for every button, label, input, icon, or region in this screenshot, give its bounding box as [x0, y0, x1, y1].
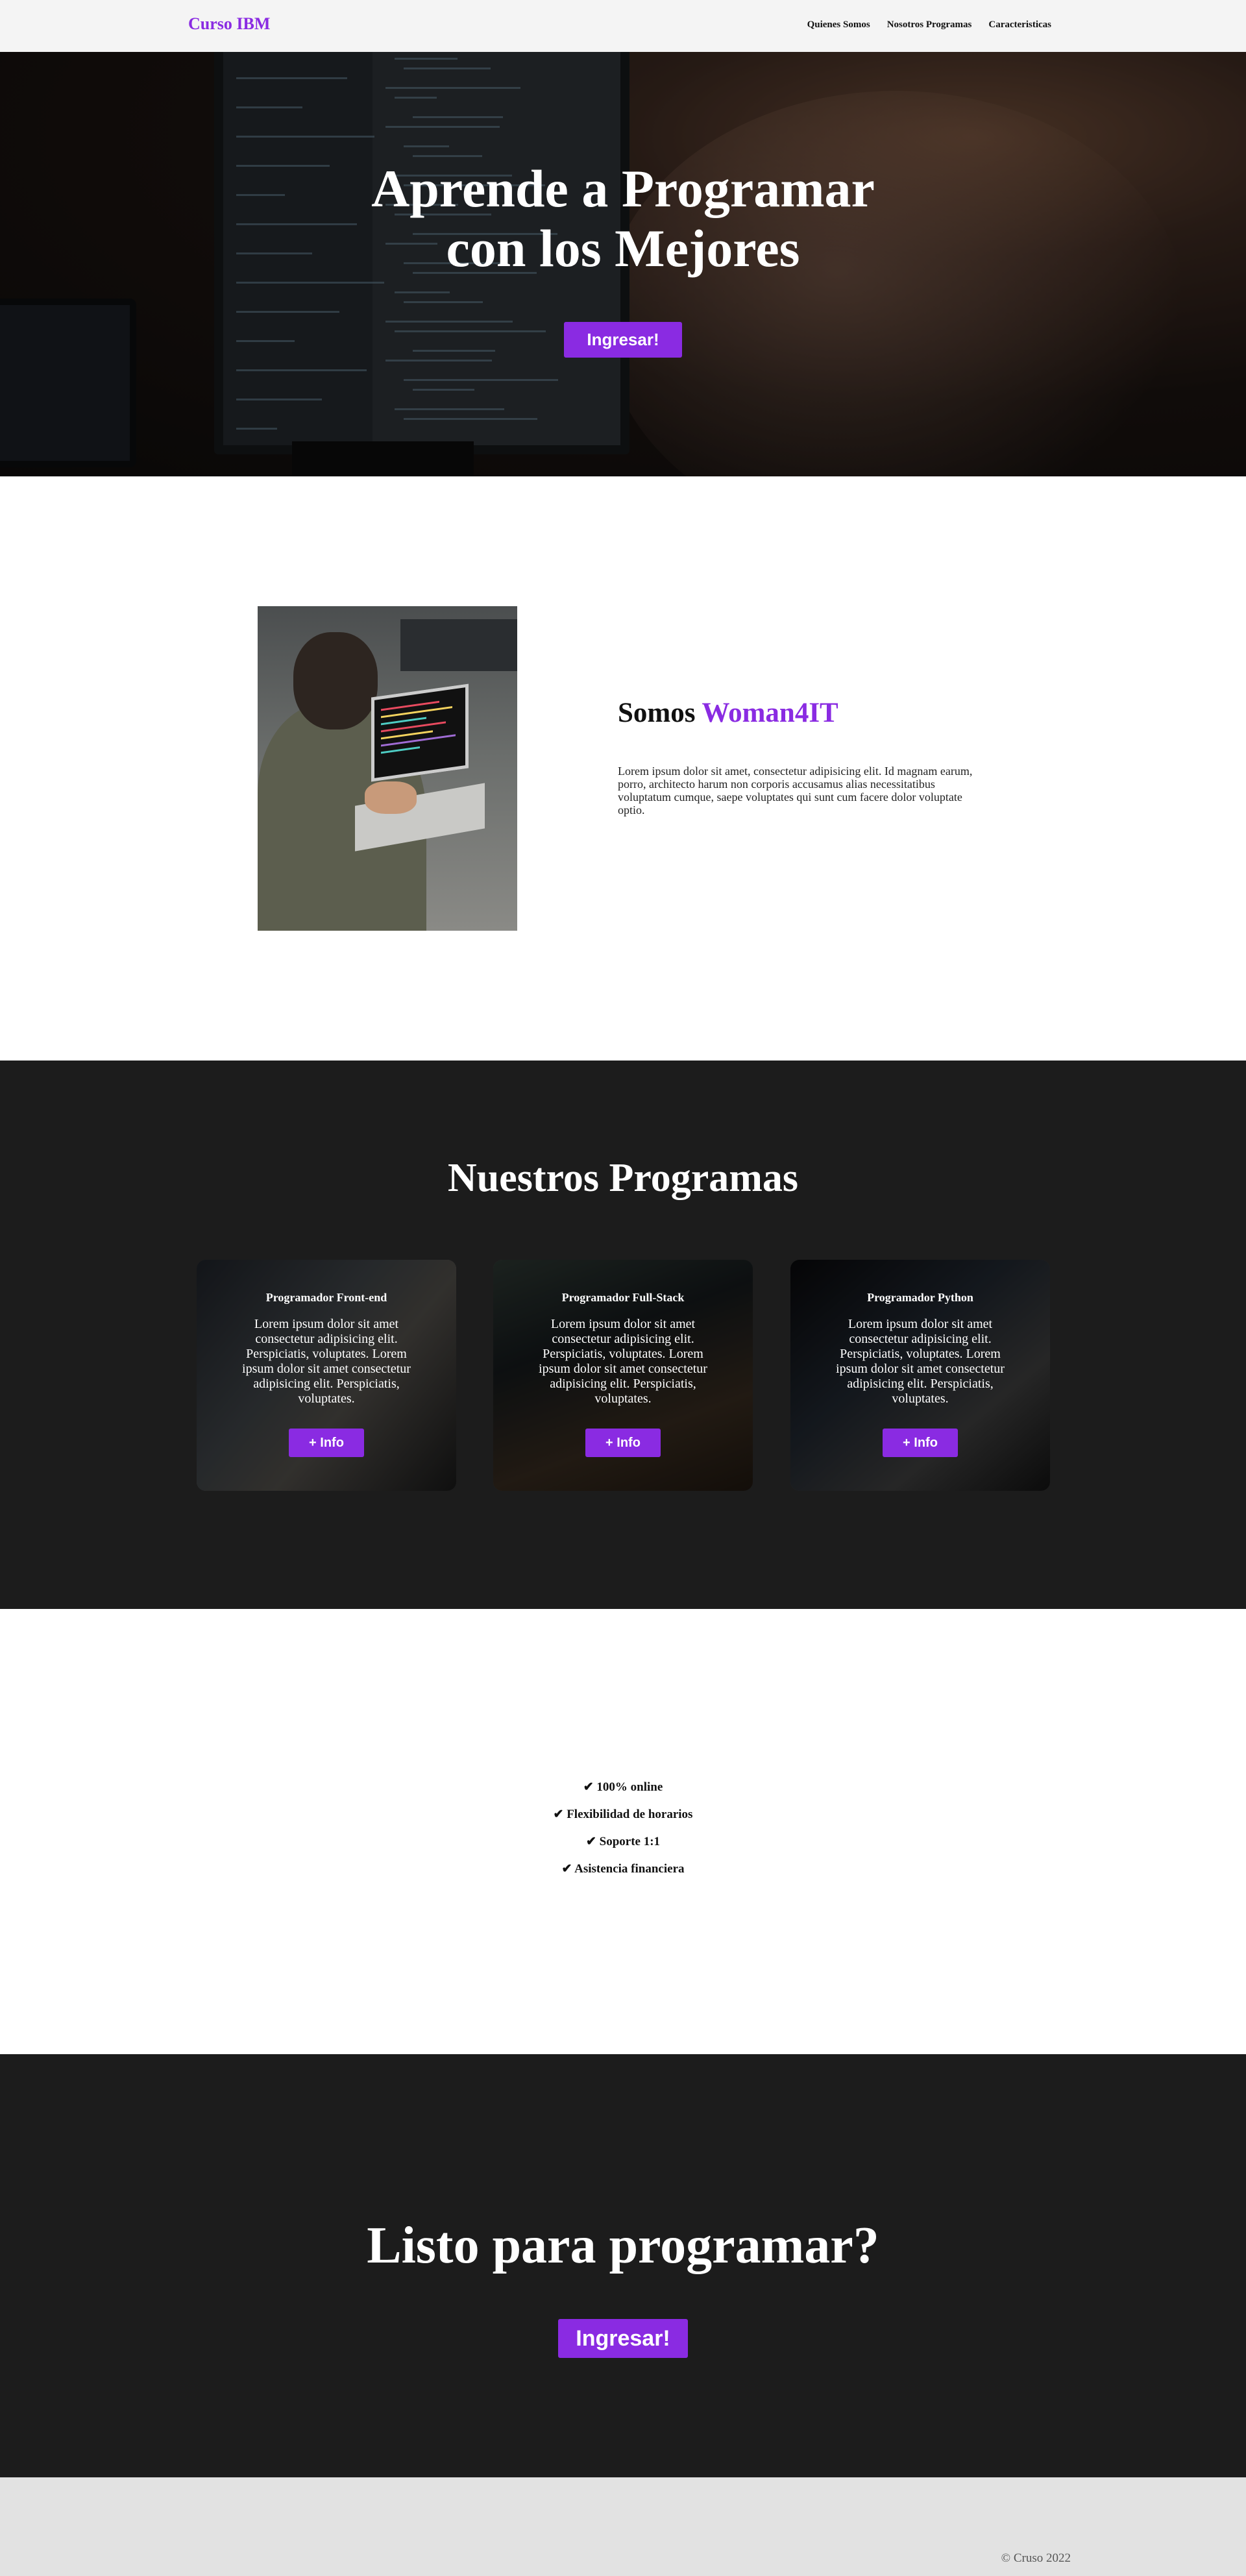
- cta-title: Listo para programar?: [367, 2217, 879, 2274]
- navbar: Curso IBM Quienes Somos Nosotros Program…: [0, 0, 1246, 52]
- hero-ingresar-button[interactable]: Ingresar!: [564, 322, 682, 358]
- program-info-button[interactable]: + Info: [585, 1429, 661, 1457]
- program-card-text: Lorem ipsum dolor sit amet consectetur a…: [539, 1317, 707, 1406]
- footer: © Cruso 2022: [0, 2477, 1246, 2576]
- about-text: Lorem ipsum dolor sit amet, consectetur …: [618, 765, 973, 816]
- nav-link-nosotros-programas[interactable]: Nosotros Programas: [887, 19, 972, 31]
- features-list: ✔ 100% online ✔ Flexibilidad de horarios…: [0, 1780, 1246, 1889]
- cta-ingresar-button[interactable]: Ingresar!: [558, 2319, 688, 2358]
- program-card-python: Programador Python Lorem ipsum dolor sit…: [790, 1260, 1050, 1491]
- programs-section: Nuestros Programas Programador Front-end…: [0, 1061, 1246, 1609]
- features-section: ✔ 100% online ✔ Flexibilidad de horarios…: [0, 1609, 1246, 2054]
- nav-link-quienes-somos[interactable]: Quienes Somos: [807, 19, 870, 31]
- programs-title: Nuestros Programas: [447, 1156, 799, 1200]
- feature-item-asistencia: ✔ Asistencia financiera: [561, 1862, 685, 1876]
- about-section: Somos Woman4IT Lorem ipsum dolor sit ame…: [0, 476, 1246, 1061]
- brand-logo[interactable]: Curso IBM: [188, 14, 270, 34]
- hero-title: Aprende a Programar con los Mejores: [371, 159, 875, 278]
- program-card-frontend: Programador Front-end Lorem ipsum dolor …: [197, 1260, 456, 1491]
- program-card-title: Programador Full-Stack: [561, 1291, 685, 1304]
- program-info-button[interactable]: + Info: [883, 1429, 958, 1457]
- about-title-accent: Woman4IT: [702, 698, 838, 728]
- program-card-title: Programador Front-end: [265, 1291, 387, 1304]
- program-card-text: Lorem ipsum dolor sit amet consectetur a…: [242, 1317, 411, 1406]
- feature-item-soporte: ✔ Soporte 1:1: [585, 1835, 661, 1848]
- about-title: Somos Woman4IT: [618, 698, 838, 728]
- feature-item-horarios: ✔ Flexibilidad de horarios: [553, 1808, 693, 1821]
- nav-links: Quienes Somos Nosotros Programas Caracte…: [807, 19, 1051, 31]
- program-info-button[interactable]: + Info: [289, 1429, 364, 1457]
- feature-item-online: ✔ 100% online: [583, 1780, 663, 1794]
- footer-copyright: © Cruso 2022: [1001, 2551, 1071, 2565]
- cta-section: Listo para programar? Ingresar!: [0, 2054, 1246, 2477]
- program-card-title: Programador Python: [867, 1291, 973, 1304]
- program-card-fullstack: Programador Full-Stack Lorem ipsum dolor…: [493, 1260, 753, 1491]
- program-card-text: Lorem ipsum dolor sit amet consectetur a…: [836, 1317, 1005, 1406]
- about-image: [258, 606, 517, 931]
- nav-link-caracteristicas[interactable]: Caracteristicas: [988, 19, 1051, 31]
- hero-section: Aprende a Programar con los Mejores Ingr…: [0, 52, 1246, 476]
